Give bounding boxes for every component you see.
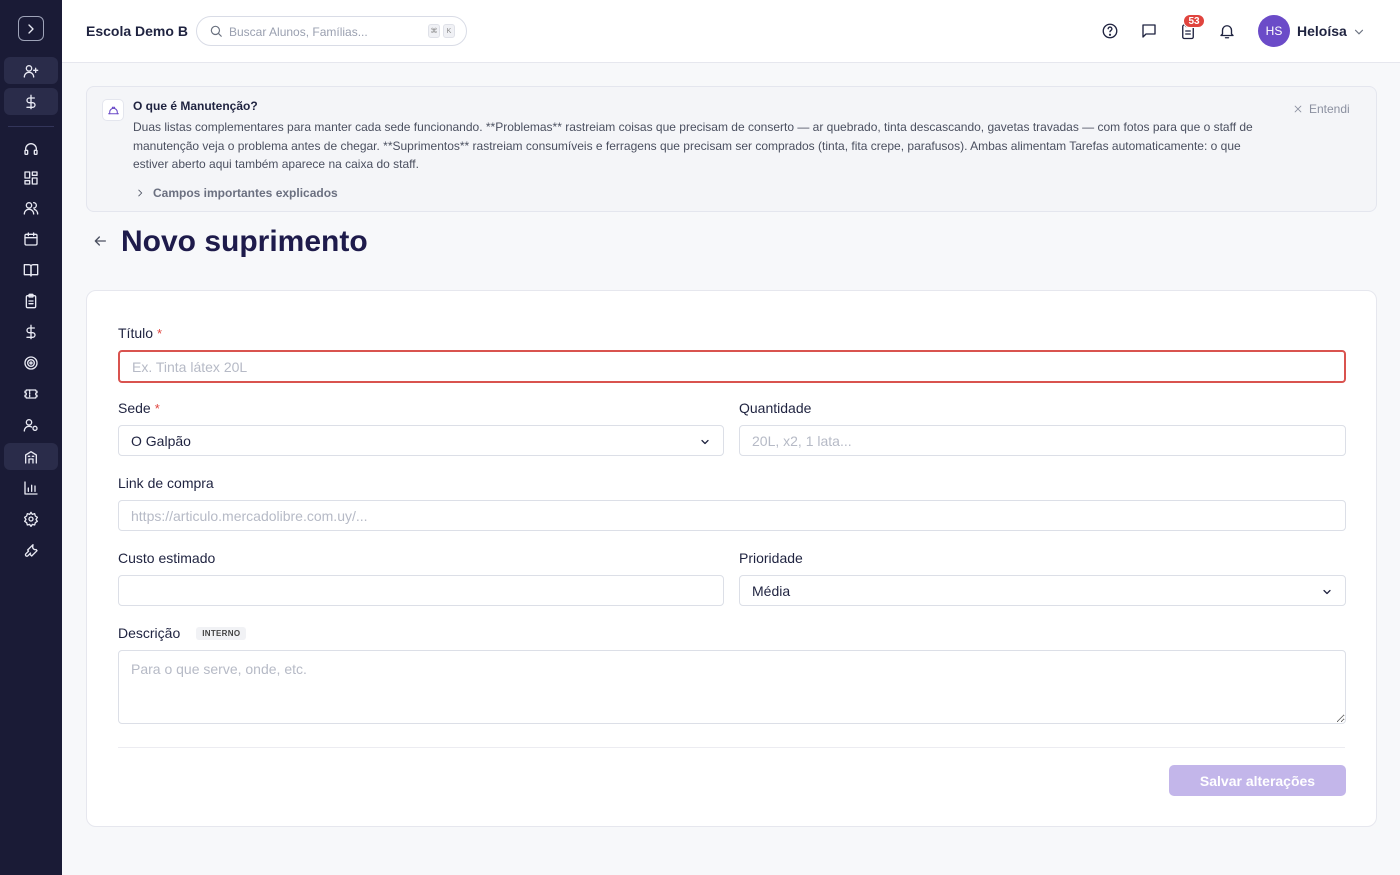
- dismiss-label: Entendi: [1309, 102, 1350, 116]
- dollar-icon: [26, 94, 36, 109]
- custo-label: Custo estimado: [118, 550, 216, 566]
- sidebar-item-calendar[interactable]: [4, 225, 58, 252]
- bell-icon[interactable]: [1218, 22, 1236, 40]
- dismiss-banner-button[interactable]: Entendi: [1293, 102, 1350, 116]
- book-open-icon: [23, 263, 39, 277]
- titulo-label: Título *: [118, 325, 163, 341]
- save-button[interactable]: Salvar alterações: [1169, 765, 1346, 796]
- sede-value: O Galpão: [131, 432, 191, 449]
- gear-icon: [24, 511, 38, 527]
- headset-icon: [24, 142, 38, 155]
- users-icon: [23, 201, 39, 215]
- supply-form: Título* Sede* O Galpão Quantidade Link d…: [86, 290, 1377, 827]
- info-banner: O que é Manutenção? Duas listas compleme…: [86, 86, 1377, 212]
- chevron-down-icon: [699, 435, 711, 447]
- sidebar-item-settings[interactable]: [4, 505, 58, 532]
- sidebar-item-goals[interactable]: [4, 349, 58, 376]
- sidebar-item-people[interactable]: [4, 194, 58, 221]
- calendar-icon: [24, 231, 38, 246]
- user-plus-icon: [23, 64, 39, 78]
- global-search[interactable]: ⌘ K: [196, 16, 467, 46]
- link-label: Link de compra: [118, 475, 214, 491]
- sidebar-item-tasks[interactable]: [4, 287, 58, 314]
- chevron-right-icon: [138, 189, 143, 197]
- sidebar-item-dashboard[interactable]: [4, 164, 58, 191]
- bar-chart-icon: [24, 480, 38, 495]
- prioridade-label: Prioridade: [739, 550, 803, 566]
- form-divider: [118, 747, 1345, 748]
- clipboard-icon: [25, 293, 37, 308]
- page-title: Novo suprimento: [121, 225, 368, 258]
- descricao-label: Descrição INTERNO: [118, 625, 247, 641]
- link-input[interactable]: [118, 500, 1346, 531]
- sidebar-item-maintenance[interactable]: [4, 443, 58, 470]
- dollar-icon: [26, 324, 36, 339]
- shortcut-key-k: K: [443, 24, 455, 38]
- search-input[interactable]: [229, 23, 419, 41]
- required-mark: *: [154, 400, 160, 416]
- internal-tag: INTERNO: [196, 626, 247, 640]
- sidebar-item-support[interactable]: [4, 135, 58, 162]
- wrench-icon: [24, 543, 38, 557]
- school-name[interactable]: Escola Demo B: [86, 23, 188, 39]
- tasks-count-badge: 53: [1183, 14, 1205, 28]
- prioridade-value: Média: [752, 582, 791, 599]
- sidebar-item-tickets[interactable]: [4, 380, 58, 407]
- sidebar-item-reports[interactable]: [4, 474, 58, 501]
- target-icon: [24, 355, 38, 370]
- custo-input[interactable]: [118, 575, 724, 606]
- ticket-icon: [24, 388, 38, 399]
- descricao-textarea[interactable]: [118, 650, 1346, 724]
- sidebar-item-finance[interactable]: [4, 318, 58, 345]
- important-fields-label: Campos importantes explicados: [153, 186, 338, 200]
- titulo-input[interactable]: [118, 350, 1346, 383]
- chevron-right-icon: [28, 23, 34, 34]
- banner-text: Duas listas complementares para manter c…: [133, 120, 1253, 171]
- sede-label: Sede *: [118, 400, 160, 416]
- search-icon: [209, 24, 223, 38]
- chevron-down-icon: [1321, 585, 1333, 597]
- required-mark: *: [157, 325, 163, 341]
- top-header: Escola Demo B ⌘ K 53 HS Heloísa: [62, 0, 1400, 63]
- prioridade-select[interactable]: Média: [739, 575, 1346, 606]
- messages-icon[interactable]: [1140, 22, 1158, 40]
- shortcut-key-cmd: ⌘: [428, 24, 440, 38]
- sede-select[interactable]: O Galpão: [118, 425, 724, 456]
- important-fields-toggle[interactable]: Campos importantes explicados: [135, 186, 338, 200]
- helmet-icon: [102, 99, 124, 121]
- sidebar: [0, 0, 62, 875]
- sidebar-item-billing[interactable]: [4, 88, 58, 115]
- banner-title: O que é Manutenção?: [133, 99, 258, 113]
- sidebar-divider: [8, 126, 54, 127]
- close-icon: [1294, 105, 1302, 113]
- avatar[interactable]: HS: [1258, 15, 1290, 47]
- sidebar-item-courses[interactable]: [4, 256, 58, 283]
- quantidade-label: Quantidade: [739, 400, 812, 416]
- sidebar-item-staff[interactable]: [4, 411, 58, 438]
- help-icon[interactable]: [1101, 22, 1119, 40]
- building-icon: [25, 450, 37, 464]
- quantidade-input[interactable]: [739, 425, 1346, 456]
- user-cog-icon: [23, 418, 38, 432]
- user-name[interactable]: Heloísa: [1297, 23, 1347, 39]
- sidebar-expand-button[interactable]: [18, 16, 44, 41]
- chevron-down-icon[interactable]: [1352, 25, 1366, 39]
- back-arrow-icon[interactable]: [92, 233, 110, 251]
- sidebar-item-tools[interactable]: [4, 536, 58, 563]
- sidebar-item-add-student[interactable]: [4, 57, 58, 84]
- dashboard-icon: [24, 170, 38, 185]
